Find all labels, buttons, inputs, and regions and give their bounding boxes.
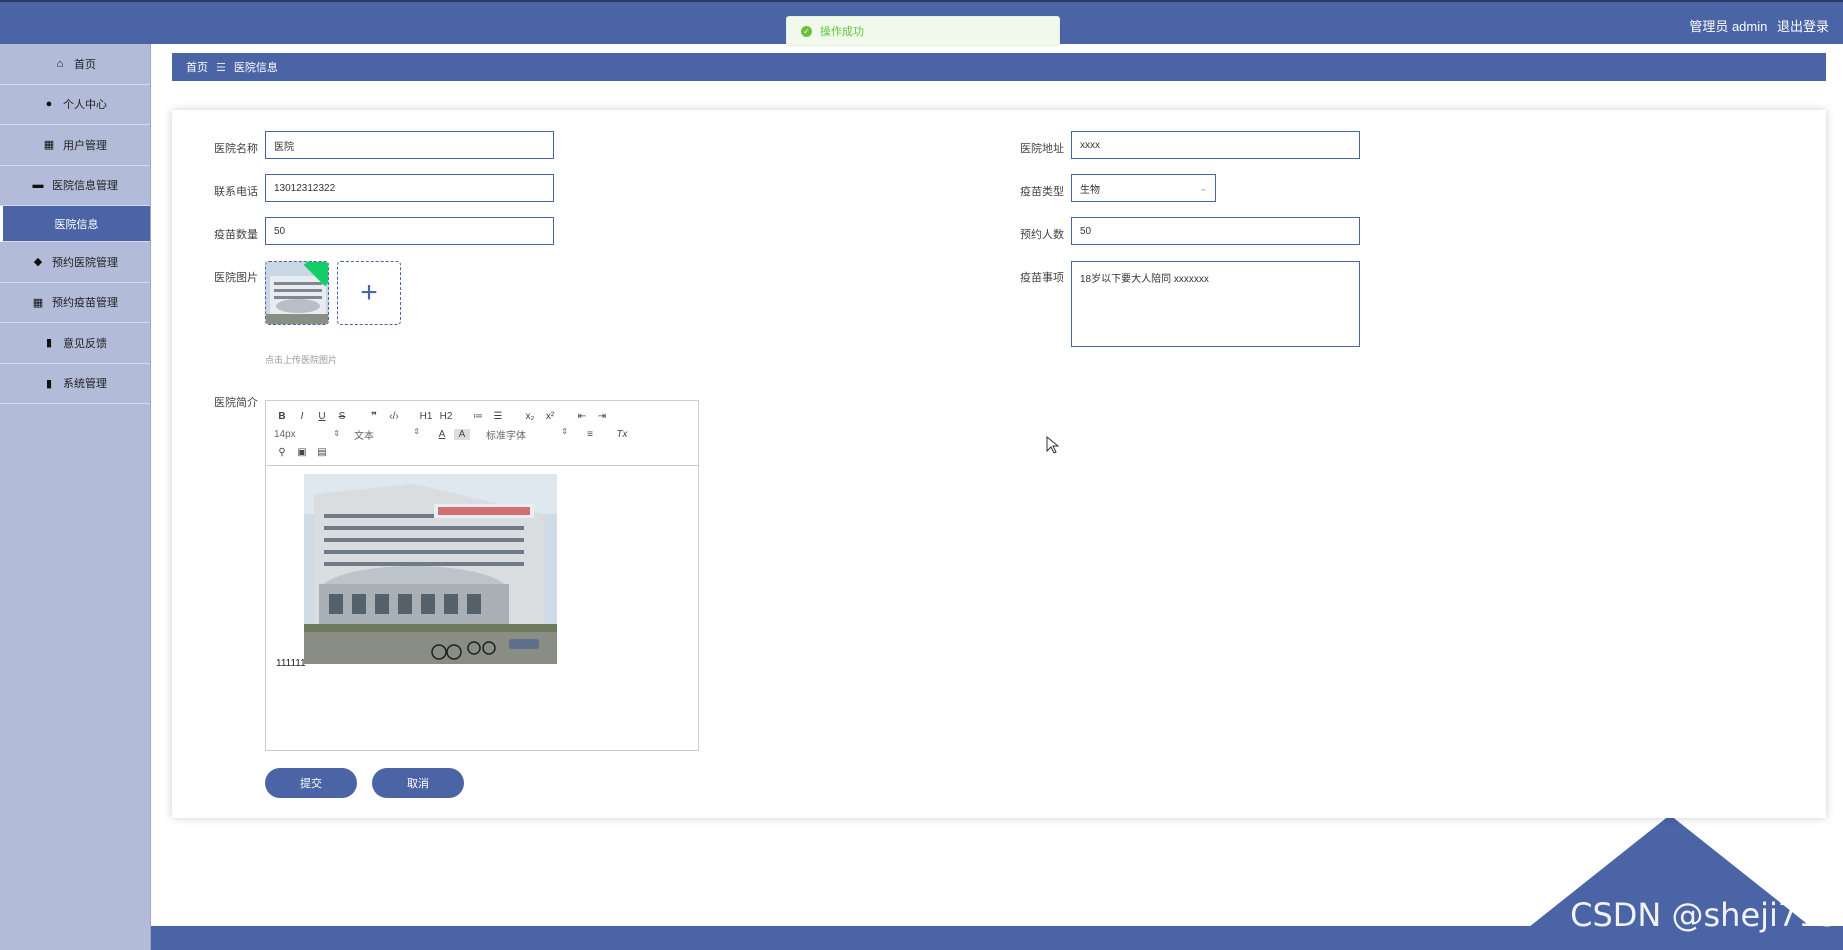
sidebar-item-booking-hospital[interactable]: ◆ 预约医院管理 [0, 242, 150, 283]
hospital-info-form: 医院名称 医院 医院地址 xxxx 联系电话 13012312322 疫苗类型 … [172, 110, 1826, 818]
watermark: CSDN @sheji715 [1570, 896, 1839, 934]
hospital-name-field[interactable]: 医院 [265, 131, 554, 159]
sidebar-item-label: 预约医院管理 [52, 256, 118, 269]
hospital-name-label: 医院名称 [214, 143, 258, 155]
block-format-select[interactable]: 文本 [354, 427, 420, 442]
sidebar-item-label: 个人中心 [63, 99, 107, 112]
breadcrumb-home[interactable]: 首页 [186, 59, 208, 75]
intro-label: 医院简介 [214, 397, 258, 409]
phone-label: 联系电话 [214, 186, 258, 198]
grid-icon: ▦ [43, 139, 55, 152]
grid-icon: ▦ [32, 296, 44, 309]
home-icon: ⌂ [56, 57, 64, 70]
bold-icon[interactable]: B [274, 411, 290, 422]
clear-format-icon[interactable]: Tx [614, 429, 630, 440]
sidebar-item-hospital-info[interactable]: 医院信息 [0, 206, 150, 242]
h1-icon[interactable]: H1 [418, 411, 434, 422]
font-color-icon[interactable]: A [434, 429, 450, 440]
font-family-select[interactable]: 标准字体 [486, 427, 568, 442]
sidebar-item-home[interactable]: ⌂ 首页 [0, 44, 150, 85]
sidebar-item-label: 系统管理 [63, 378, 107, 391]
logout-link[interactable]: 退出登录 [1777, 19, 1829, 34]
menu-icon: ☰ [216, 61, 226, 74]
location-icon: ◆ [33, 256, 43, 269]
booking-count-label: 预约人数 [1020, 229, 1064, 241]
code-icon[interactable]: ‹/› [386, 411, 402, 422]
indent-icon[interactable]: ⇥ [594, 411, 610, 422]
strike-icon[interactable]: S [334, 411, 350, 422]
sidebar-item-label: 用户管理 [63, 139, 107, 152]
vaccine-count-field[interactable]: 50 [265, 217, 554, 245]
vaccine-type-select[interactable]: 生物 ⌄ [1071, 174, 1216, 202]
hospital-image-thumbnail[interactable] [265, 261, 329, 325]
sidebar: ⌂ 首页 ● 个人中心 ▦ 用户管理 ▬ 医院信息管理 医院信息 ◆ 预约医院管… [0, 44, 151, 950]
sidebar-item-feedback[interactable]: ▮ 意见反馈 [0, 323, 150, 364]
sidebar-item-label: 意见反馈 [63, 337, 107, 350]
sidebar-item-label: 预约疫苗管理 [52, 297, 118, 310]
user-icon: ● [45, 98, 53, 111]
sidebar-item-profile[interactable]: ● 个人中心 [0, 85, 150, 125]
sidebar-item-booking-vaccine[interactable]: ▦ 预约疫苗管理 [0, 283, 150, 323]
font-size-select[interactable]: 14px [274, 429, 340, 440]
subscript-icon[interactable]: x₂ [522, 411, 538, 422]
sidebar-item-label: 医院信息管理 [52, 180, 118, 193]
hospital-image-label: 医院图片 [214, 272, 258, 284]
underline-icon[interactable]: U [314, 411, 330, 422]
clipboard-icon: ▮ [45, 337, 53, 350]
vaccine-type-value: 生物 [1080, 184, 1100, 196]
chevron-down-icon: ⌄ [1199, 183, 1207, 193]
user-area: 管理员 admin 退出登录 [1683, 16, 1829, 35]
editor-body-text: 111111 [276, 658, 306, 669]
hospital-address-field[interactable]: xxxx [1071, 131, 1360, 159]
toast-message: 操作成功 [820, 26, 864, 38]
vaccine-count-label: 疫苗数量 [214, 229, 258, 241]
cancel-button[interactable]: 取消 [372, 768, 464, 798]
breadcrumb: 首页 ☰ 医院信息 [172, 53, 1826, 81]
video-icon[interactable]: ▤ [314, 447, 330, 458]
booking-count-field[interactable]: 50 [1071, 217, 1360, 245]
link-icon[interactable]: ⚲ [274, 447, 290, 458]
bar-chart-icon: ▮ [45, 377, 53, 390]
briefcase-icon: ▬ [32, 179, 44, 192]
editor-toolbar: B I U S ❞ ‹/› H1 H2 ≔ ☰ x₂ x² ⇤ ⇥ 14px ⇕… [266, 401, 698, 466]
superscript-icon[interactable]: x² [542, 411, 558, 422]
mouse-cursor-icon [1046, 436, 1060, 454]
sidebar-item-users[interactable]: ▦ 用户管理 [0, 125, 150, 166]
sidebar-item-label: 医院信息 [54, 218, 99, 231]
h2-icon[interactable]: H2 [438, 411, 454, 422]
upload-image-button[interactable]: + [337, 261, 401, 325]
submit-button[interactable]: 提交 [265, 768, 357, 798]
breadcrumb-current: 医院信息 [233, 62, 278, 74]
check-circle-icon: ✓ [801, 25, 812, 37]
success-toast: ✓ 操作成功 [786, 16, 1060, 46]
plus-icon: + [360, 276, 378, 309]
background-color-icon[interactable]: A [454, 428, 470, 440]
bullet-list-icon[interactable]: ☰ [490, 411, 506, 422]
hospital-address-label: 医院地址 [1020, 143, 1064, 155]
admin-label: 管理员 admin [1689, 19, 1768, 34]
phone-field[interactable]: 13012312322 [265, 174, 554, 202]
align-icon[interactable]: ≡ [582, 429, 598, 440]
image-icon[interactable]: ▣ [294, 447, 310, 458]
sidebar-item-hospital-info-manage[interactable]: ▬ 医院信息管理 [0, 166, 150, 206]
blockquote-icon[interactable]: ❞ [366, 411, 382, 422]
outdent-icon[interactable]: ⇤ [574, 411, 590, 422]
upload-hint: 点击上传医院图片 [265, 355, 338, 365]
ordered-list-icon[interactable]: ≔ [470, 411, 486, 422]
sidebar-item-label: 首页 [74, 58, 96, 71]
vaccine-notes-label: 疫苗事项 [1020, 272, 1064, 284]
hospital-photo [304, 474, 557, 664]
vaccine-type-label: 疫苗类型 [1020, 186, 1064, 198]
italic-icon[interactable]: I [294, 411, 310, 422]
vaccine-notes-textarea[interactable]: 18岁以下要大人陪同 xxxxxxx [1071, 261, 1360, 347]
editor-content[interactable]: 111111 [266, 466, 698, 750]
intro-rich-editor: B I U S ❞ ‹/› H1 H2 ≔ ☰ x₂ x² ⇤ ⇥ 14px ⇕… [265, 400, 699, 751]
sidebar-item-system[interactable]: ▮ 系统管理 [0, 364, 150, 404]
